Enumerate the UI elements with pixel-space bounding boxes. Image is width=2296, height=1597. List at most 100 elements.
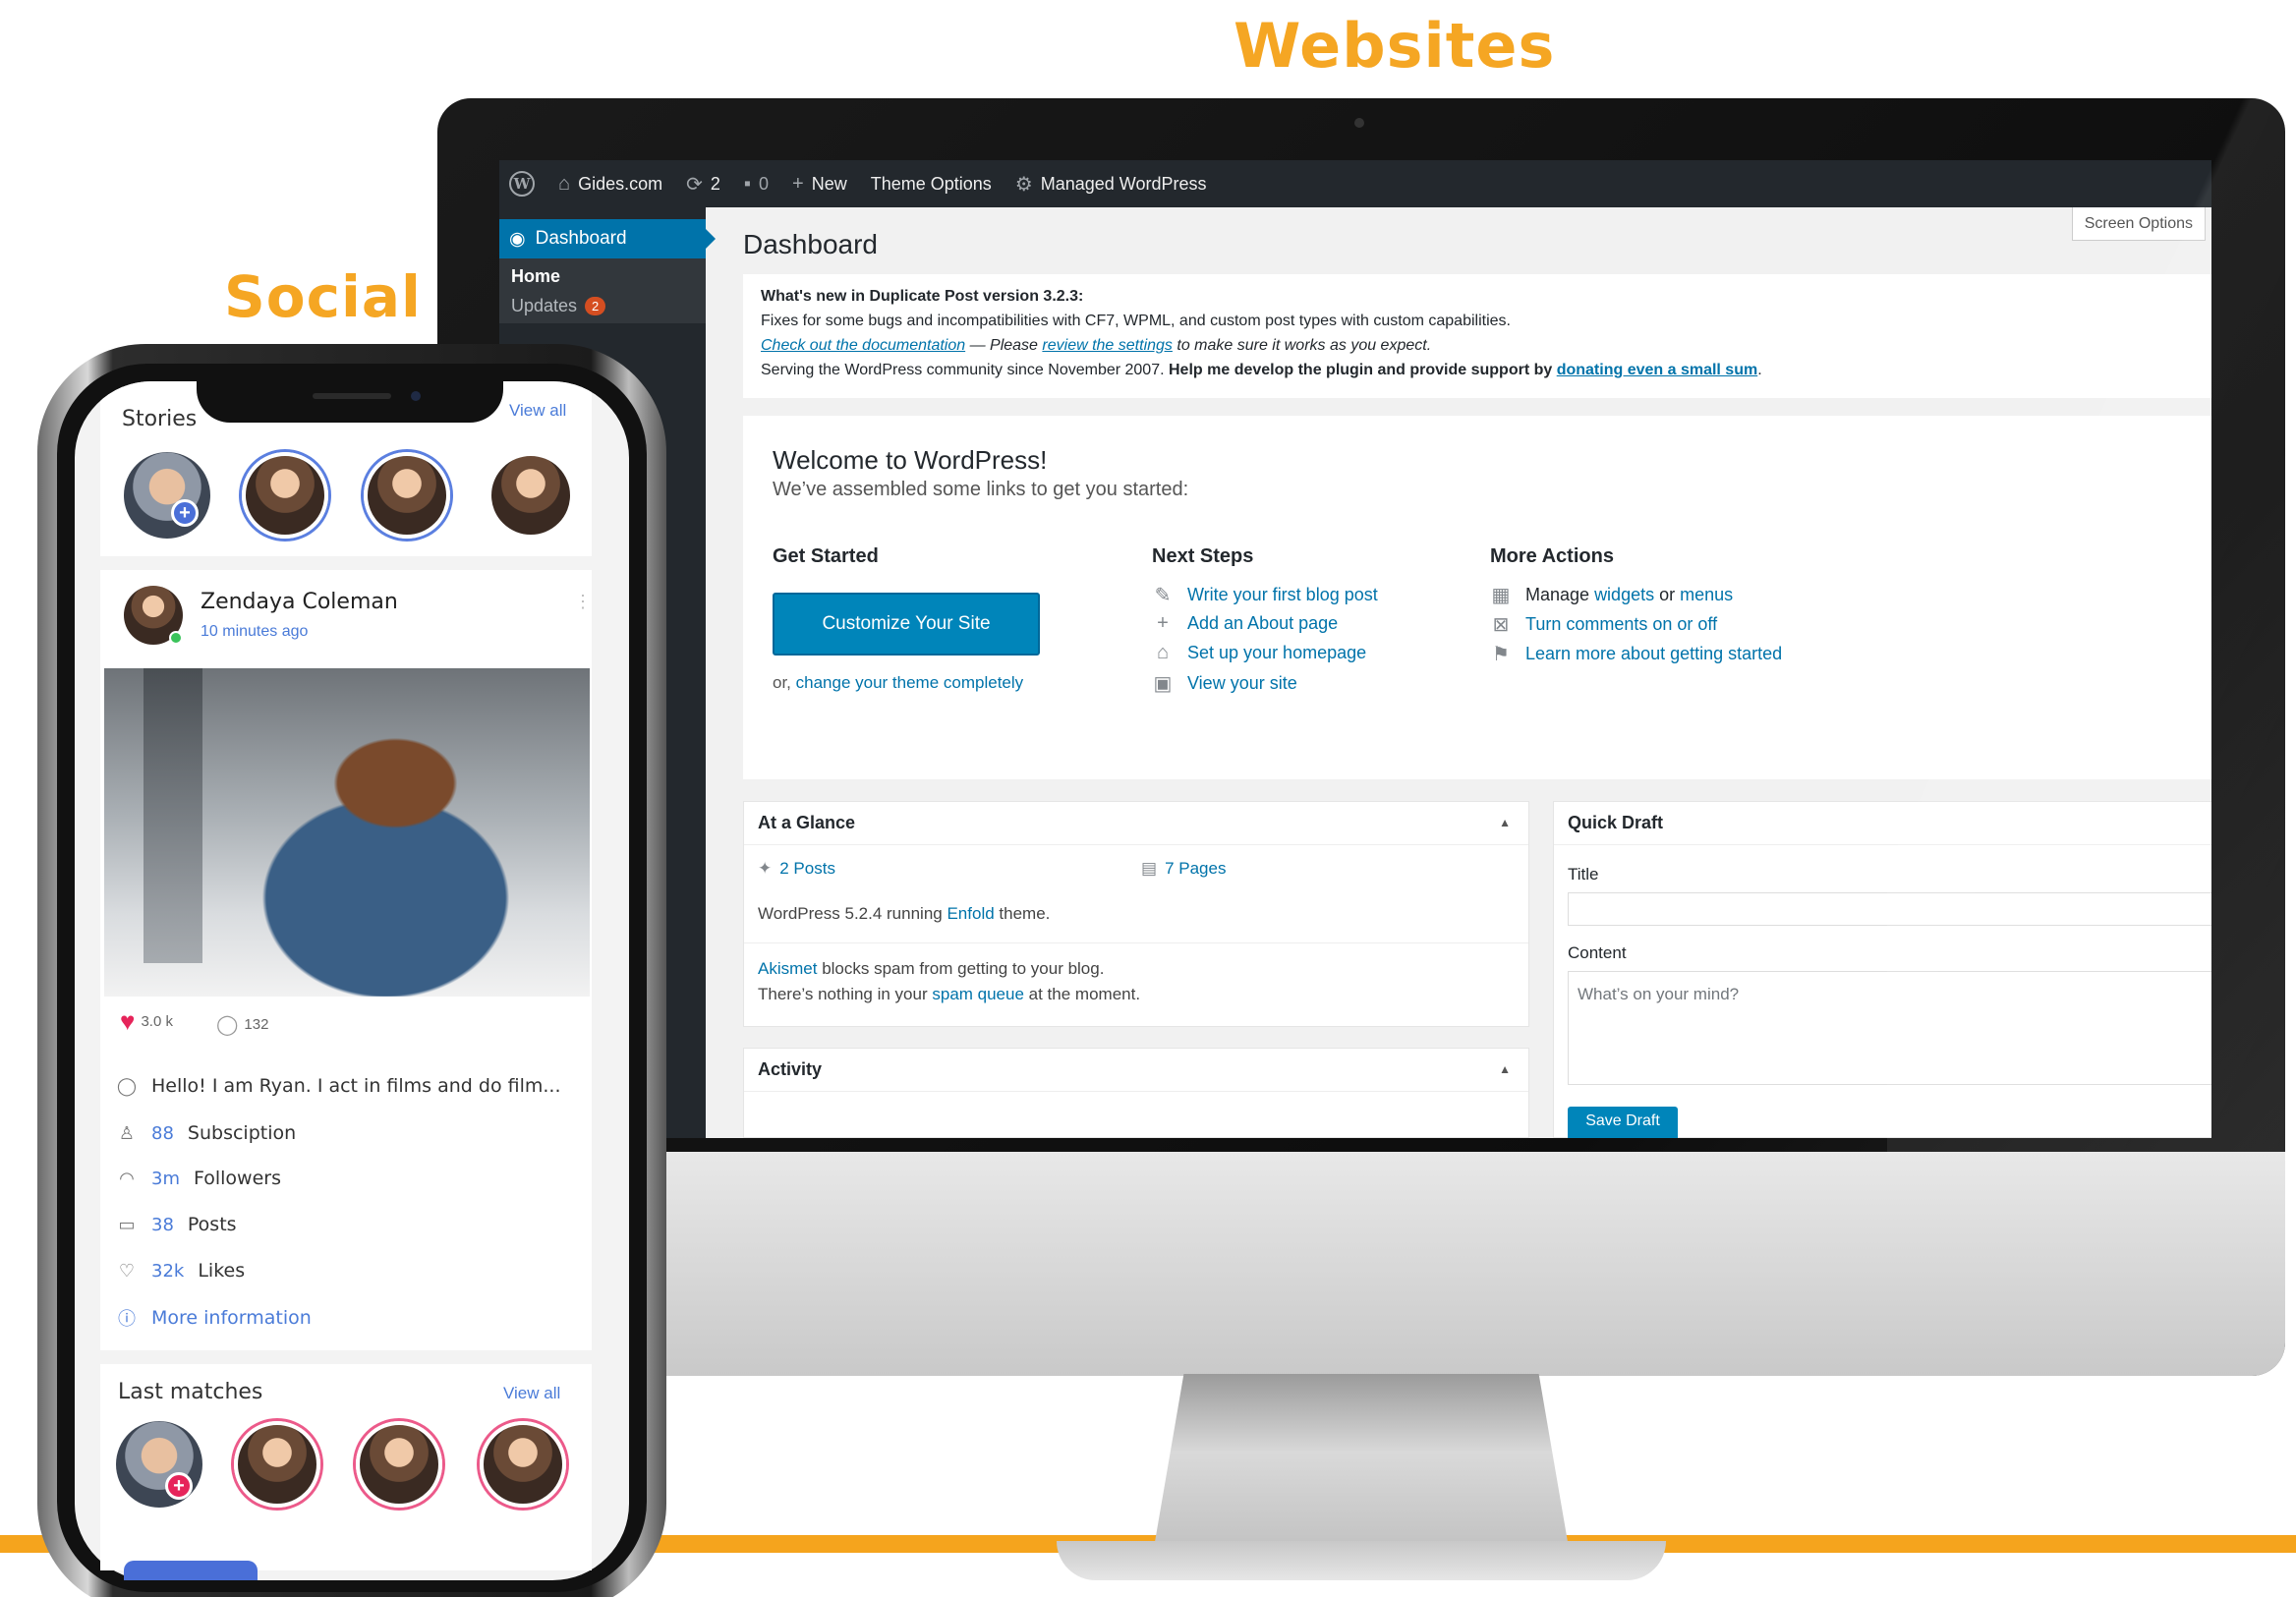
wordpress-logo-icon: W bbox=[509, 171, 535, 197]
collapse-icon[interactable]: ▲ bbox=[1499, 1062, 1511, 1076]
widgets-icon: ▦ bbox=[1491, 585, 1511, 606]
welcome-subtitle: We’ve assembled some links to get you st… bbox=[773, 479, 1189, 500]
draft-content-placeholder: What’s on your mind? bbox=[1578, 985, 1740, 1003]
match-avatar[interactable] bbox=[480, 1421, 566, 1508]
activity-header[interactable]: Activity ▲ bbox=[744, 1049, 1528, 1092]
action-comments[interactable]: ⊠ Turn comments on or off bbox=[1490, 612, 1717, 637]
screen-options-button[interactable]: Screen Options bbox=[2071, 207, 2206, 241]
bottom-nav-tab[interactable] bbox=[124, 1561, 258, 1580]
stories-view-all-link[interactable]: View all bbox=[509, 401, 566, 421]
menus-link[interactable]: menus bbox=[1680, 585, 1733, 604]
add-story-icon[interactable]: + bbox=[171, 499, 199, 527]
match-avatar[interactable] bbox=[234, 1421, 320, 1508]
action-manage: ▦ Manage widgets or menus bbox=[1490, 583, 1734, 607]
manage-prefix: Manage bbox=[1525, 585, 1595, 604]
comments-link[interactable]: ▪ 0 bbox=[744, 173, 769, 196]
new-label: New bbox=[811, 173, 847, 194]
websites-heading: Websites bbox=[1234, 10, 1556, 82]
turn-comments-label: Turn comments on or off bbox=[1525, 614, 1718, 634]
story-avatar[interactable] bbox=[242, 452, 328, 539]
theme-link[interactable]: Enfold bbox=[947, 904, 994, 923]
or-word: or bbox=[1654, 585, 1681, 604]
updates-count: 2 bbox=[710, 173, 720, 194]
page-title: Dashboard bbox=[743, 229, 878, 259]
quick-draft-box: Quick Draft Title Content What’s on your… bbox=[1553, 801, 2211, 1138]
step-view-site[interactable]: ▣ View your site bbox=[1152, 671, 1297, 696]
wordpress-screen: W ⌂ Gides.com ⟳ 2 ▪ 0 + New Theme Options ⚙ M… bbox=[499, 160, 2211, 1138]
last-matches-title: Last matches bbox=[118, 1380, 263, 1404]
comment-icon: ▪ bbox=[743, 172, 751, 195]
posts-icon: ▭ bbox=[118, 1214, 136, 1235]
widgets-link[interactable]: widgets bbox=[1594, 585, 1654, 604]
info-row: ♙ 88 Subsciption bbox=[116, 1122, 296, 1144]
likes-count: 3.0 k bbox=[141, 1013, 173, 1030]
akismet-rest: blocks spam from getting to your blog. bbox=[817, 959, 1105, 978]
review-settings-link[interactable]: review the settings bbox=[1042, 337, 1173, 354]
subscription-count: 88 bbox=[151, 1122, 174, 1144]
managed-wordpress-link[interactable]: ⚙ Managed WordPress bbox=[1015, 172, 1207, 197]
comments-count: 0 bbox=[759, 173, 770, 194]
save-draft-button[interactable]: Save Draft bbox=[1568, 1107, 1678, 1138]
step-add-about[interactable]: + Add an About page bbox=[1152, 612, 1338, 635]
heart-outline-icon: ♡ bbox=[118, 1260, 136, 1282]
story-avatar-own[interactable] bbox=[124, 452, 210, 539]
more-information-label: More information bbox=[151, 1307, 312, 1329]
monitor-chin bbox=[437, 1152, 2285, 1376]
posts-count-label: 2 Posts bbox=[779, 859, 835, 878]
collapse-icon[interactable]: ▲ bbox=[1499, 816, 1511, 829]
pages-count-label: 7 Pages bbox=[1165, 859, 1227, 878]
akismet-text: Akismet blocks spam from getting to your… bbox=[758, 959, 1104, 979]
home-icon: ⌂ bbox=[558, 172, 571, 195]
posts-count-link[interactable]: ✦ 2 Posts bbox=[758, 859, 835, 879]
more-information-link[interactable]: ⓘ More information bbox=[116, 1305, 312, 1331]
notice-tail: to make sure it works as you expect. bbox=[1172, 337, 1432, 354]
wp-logo-button[interactable]: W bbox=[509, 171, 535, 197]
theme-options-link[interactable]: Theme Options bbox=[871, 174, 992, 195]
plugin-notice: What's new in Duplicate Post version 3.2… bbox=[743, 274, 2211, 398]
matches-view-all-link[interactable]: View all bbox=[503, 1384, 560, 1403]
post-more-icon[interactable]: ⋮ bbox=[574, 592, 592, 612]
notice-help: Help me develop the plugin and provide s… bbox=[1169, 362, 1557, 378]
draft-title-label: Title bbox=[1568, 865, 1599, 884]
notice-serving: Serving the WordPress community since No… bbox=[761, 362, 1169, 378]
match-avatar[interactable] bbox=[356, 1421, 442, 1508]
add-match-icon[interactable]: + bbox=[165, 1472, 193, 1500]
new-content-link[interactable]: + New bbox=[792, 173, 847, 196]
running-prefix: WordPress 5.2.4 running bbox=[758, 904, 947, 923]
change-theme-link[interactable]: change your theme completely bbox=[796, 673, 1024, 692]
story-avatar[interactable] bbox=[364, 452, 450, 539]
donate-link[interactable]: donating even a small sum bbox=[1557, 362, 1758, 378]
akismet-link[interactable]: Akismet bbox=[758, 959, 817, 978]
front-camera bbox=[411, 391, 421, 401]
documentation-link[interactable]: Check out the documentation bbox=[761, 337, 965, 354]
or-prefix: or, bbox=[773, 673, 796, 692]
quick-draft-header[interactable]: Quick Draft bbox=[1554, 802, 2211, 845]
comments-stat[interactable]: ◯ 132 bbox=[216, 1012, 268, 1037]
posts-label: Posts bbox=[187, 1214, 237, 1235]
user-icon: ♙ bbox=[118, 1122, 136, 1144]
post-photo[interactable] bbox=[104, 668, 590, 997]
post-author-name[interactable]: Zendaya Coleman bbox=[201, 590, 398, 614]
sidebar-item-dashboard[interactable]: ◉ Dashboard bbox=[499, 219, 716, 258]
pages-count-link[interactable]: ▤ 7 Pages bbox=[1141, 859, 1226, 879]
heart-icon: ♥ bbox=[120, 1006, 136, 1036]
step-write-post-label: Write your first blog post bbox=[1187, 585, 1378, 604]
customize-site-button[interactable]: Customize Your Site bbox=[773, 593, 1040, 656]
step-write-post[interactable]: ✎ Write your first blog post bbox=[1152, 583, 1378, 607]
site-name-link[interactable]: ⌂ Gides.com bbox=[558, 173, 662, 196]
likes-stat[interactable]: ♥ 3.0 k bbox=[120, 1006, 173, 1037]
info-icon: ⓘ bbox=[118, 1309, 136, 1330]
story-avatar[interactable] bbox=[488, 452, 574, 539]
glance-header[interactable]: At a Glance ▲ bbox=[744, 802, 1528, 845]
step-homepage[interactable]: ⌂ Set up your homepage bbox=[1152, 642, 1366, 664]
spam-queue-link[interactable]: spam queue bbox=[932, 985, 1024, 1003]
updates-link[interactable]: ⟳ 2 bbox=[686, 172, 720, 197]
draft-title-input[interactable] bbox=[1568, 892, 2211, 926]
followers-count: 3m bbox=[151, 1168, 180, 1189]
sidebar-item-updates[interactable]: Updates 2 bbox=[511, 296, 606, 316]
get-started-heading: Get Started bbox=[773, 545, 879, 567]
sidebar-item-home[interactable]: Home bbox=[511, 266, 560, 287]
notice-period: . bbox=[1757, 362, 1762, 378]
action-learn-more[interactable]: ⚑ Learn more about getting started bbox=[1490, 642, 1782, 666]
post-timestamp: 10 minutes ago bbox=[201, 623, 309, 640]
